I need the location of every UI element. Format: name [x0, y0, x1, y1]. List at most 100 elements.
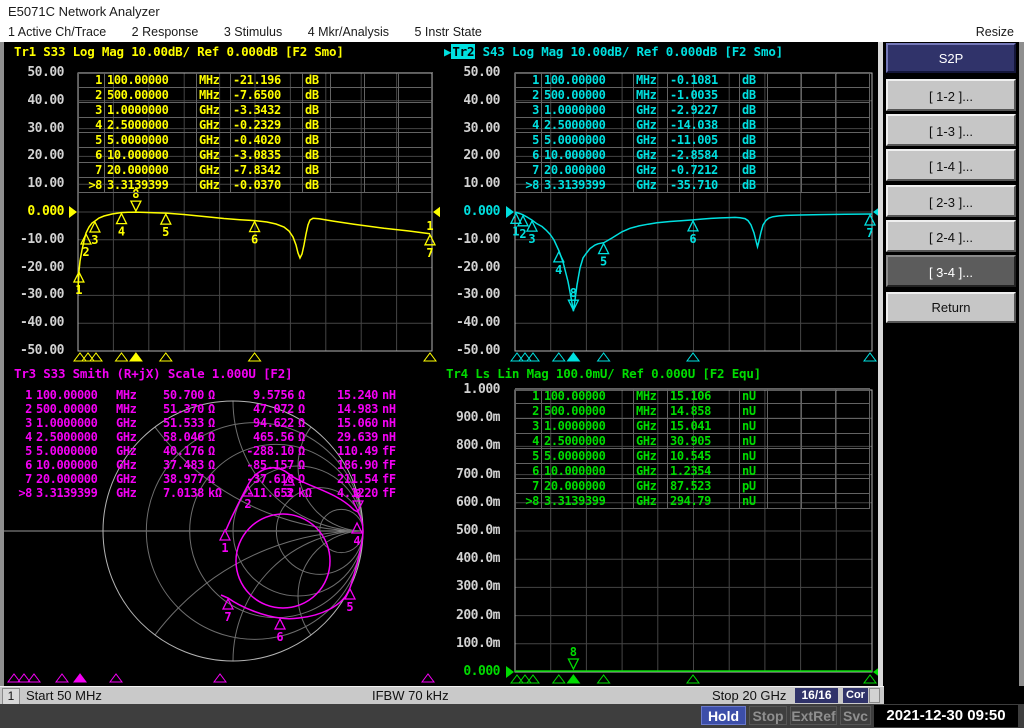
marker-table-row: 4 2.5000000 GHz 30.905 nU [515, 433, 870, 449]
stimulus-marker-tick [596, 352, 611, 362]
marker-triangle-icon[interactable] [863, 213, 877, 226]
marker-number: 1 [75, 283, 82, 297]
marker-triangle-icon[interactable] [115, 212, 128, 225]
stop-indicator: Stop [749, 706, 787, 725]
marker-val: 15.106 [667, 388, 740, 404]
stimulus-marker-tick [596, 674, 611, 684]
marker-val: -2.8584 [667, 147, 740, 163]
marker-val: 30.905 [667, 433, 740, 449]
softkey-1-4[interactable]: [ 1-4 ]... [886, 149, 1016, 181]
empty-cell [767, 418, 802, 434]
marker-vunit: nU [739, 448, 768, 464]
start-frequency: Start 50 MHz [26, 688, 102, 703]
marker-triangle-icon[interactable] [597, 242, 610, 255]
empty-cell [330, 177, 365, 193]
stimulus-marker-tick [247, 352, 262, 362]
marker-table-row: 2 500.00000 MHz -1.0035 dB [515, 87, 870, 103]
menu-resize[interactable]: Resize [976, 22, 1014, 42]
stimulus-marker-tick [55, 673, 69, 683]
marker-vunit: dB [302, 132, 331, 148]
marker-table-row: >8 3.3139399 GHz -0.0370 dB [78, 177, 433, 193]
softkey-3-4-active[interactable]: [ 3-4 ]... [886, 255, 1016, 287]
marker-number: 3 [91, 233, 98, 247]
empty-cell [398, 117, 433, 133]
tr2-marker-table: 1 100.00000 MHz -0.1081 dB 2 500.00000 MHz -1.00… [515, 72, 870, 193]
ref-level-arrow-icon [433, 206, 440, 218]
tr2-active-badge[interactable]: Tr2 [451, 44, 476, 59]
marker-lc: 15.060 [337, 416, 378, 430]
menu-response[interactable]: 2 Response [132, 22, 199, 42]
marker-val: -14.038 [667, 117, 740, 133]
marker-freq: 1.0000000 [104, 102, 197, 118]
tr2-header-text: S43 Log Mag 10.00dB/ Ref 0.000dB [F2 Smo… [475, 44, 784, 59]
marker-val: -0.7212 [667, 162, 740, 178]
marker-x: -288.10 [246, 444, 294, 458]
marker-vunit: dB [302, 87, 331, 103]
empty-cell [835, 388, 870, 404]
marker-lc: 4.1220 [337, 486, 378, 500]
marker-val: 15.041 [667, 418, 740, 434]
marker-funit: GHz [196, 117, 231, 133]
menu-instr-state[interactable]: 5 Instr State [414, 22, 481, 42]
marker-table-row: 6 10.000000 GHz 1.2354 nU [515, 463, 870, 479]
empty-cell [801, 448, 836, 464]
marker-table-row: 1 100.00000 MHz 15.106 nU [515, 388, 870, 404]
empty-cell [767, 388, 802, 404]
stimulus-marker-tick [128, 352, 143, 362]
empty-cell [364, 177, 399, 193]
softkey-menu: S2P [ 1-2 ]... [ 1-3 ]... [ 1-4 ]... [ 2… [884, 42, 1019, 686]
marker-runit: kΩ [208, 486, 222, 500]
marker-xunit: Ω [298, 458, 305, 472]
marker-table-row: 7 20.000000 GHz 38.977 Ω -37.618 Ω 211.54 fF [8, 472, 408, 486]
window-title: E5071C Network Analyzer [0, 0, 1024, 22]
tr3-header: Tr3 S33 Smith (R+jX) Scale 1.000U [F2] [14, 366, 293, 381]
marker-table-row: 5 5.0000000 GHz -0.4020 dB [78, 132, 433, 148]
softkey-2-3[interactable]: [ 2-3 ]... [886, 185, 1016, 217]
marker-triangle-icon[interactable] [273, 617, 287, 630]
marker-vunit: dB [739, 102, 768, 118]
marker-runit: Ω [208, 388, 215, 402]
marker-xunit: Ω [298, 430, 305, 444]
marker-row: 3 [515, 102, 542, 118]
marker-row: 1 [515, 388, 542, 404]
marker-triangle-icon[interactable] [159, 212, 172, 225]
softkey-scrollbar[interactable] [878, 42, 883, 686]
empty-cell [835, 177, 870, 193]
softkey-return[interactable]: Return [886, 292, 1016, 323]
stimulus-marker-tick [89, 352, 103, 362]
marker-row: >8 [515, 177, 542, 193]
marker-triangle-icon[interactable] [567, 658, 580, 671]
softkey-1-2[interactable]: [ 1-2 ]... [886, 79, 1016, 111]
marker-triangle-icon[interactable] [129, 200, 142, 213]
stimulus-marker-tick [526, 352, 540, 362]
empty-cell [330, 87, 365, 103]
menu-mkr-analysis[interactable]: 4 Mkr/Analysis [308, 22, 389, 42]
empty-cell [398, 72, 433, 88]
softkey-1-3[interactable]: [ 1-3 ]... [886, 114, 1016, 146]
marker-funit: GHz [196, 147, 231, 163]
marker-lcunit: fF [382, 486, 396, 500]
marker-row: >8 [515, 493, 542, 509]
softkey-2-4[interactable]: [ 2-4 ]... [886, 220, 1016, 252]
empty-cell [835, 463, 870, 479]
marker-table-row: >8 3.3139399 GHz 7.0138 kΩ -11.652 kΩ 4.1220 fF [8, 486, 408, 500]
marker-freq: 500.00000 [104, 87, 197, 103]
marker-funit: GHz [116, 458, 137, 472]
menu-stimulus[interactable]: 3 Stimulus [224, 22, 282, 42]
menu-active-ch-trace[interactable]: 1 Active Ch/Trace [8, 22, 106, 42]
marker-freq: 2.5000000 [104, 117, 197, 133]
stimulus-marker-tick [686, 674, 700, 684]
marker-funit: GHz [633, 162, 668, 178]
marker-table-row: >8 3.3139399 GHz -35.710 dB [515, 177, 870, 193]
marker-row: 1 [25, 388, 32, 402]
marker-table-row: 1 100.00000 MHz -0.1081 dB [515, 72, 870, 88]
marker-freq: 500.00000 [541, 403, 634, 419]
empty-cell [801, 132, 836, 148]
marker-x: 47.072 [253, 402, 294, 416]
marker-freq: 10.000000 [36, 458, 98, 472]
marker-table-row: 4 2.5000000 GHz -14.038 dB [515, 117, 870, 133]
empty-cell [835, 493, 870, 509]
marker-val: 1.2354 [667, 463, 740, 479]
marker-lcunit: nH [382, 416, 396, 430]
empty-cell [398, 162, 433, 178]
